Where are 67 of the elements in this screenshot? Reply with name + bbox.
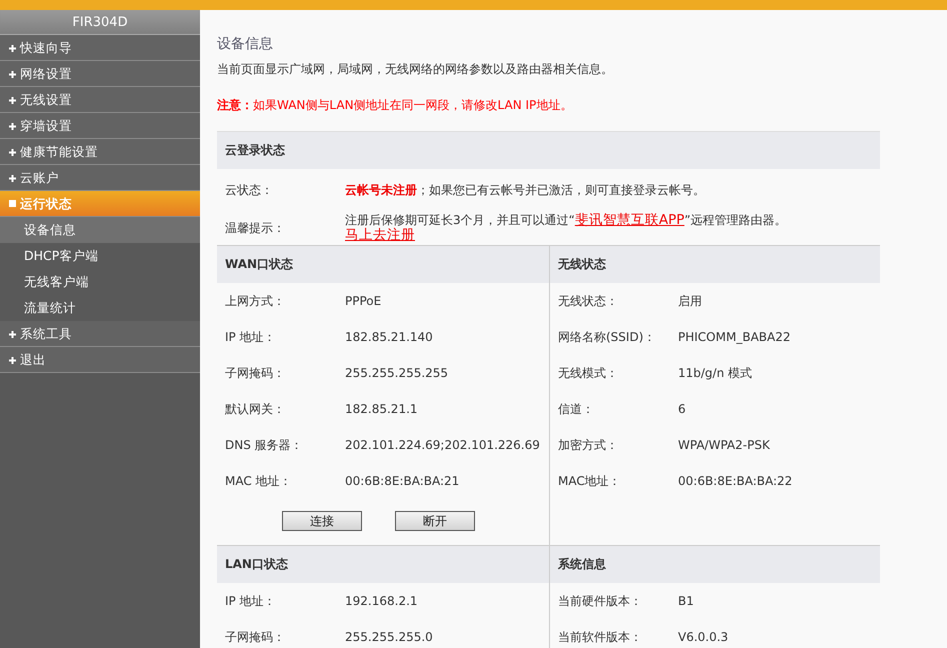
- plus-icon: [9, 97, 16, 104]
- field-label: DNS 服务器：: [225, 437, 304, 454]
- field-label: 云状态：: [225, 182, 274, 199]
- field-label: 无线状态：: [558, 293, 619, 310]
- notice-text: 注意：如果WAN侧与LAN侧地址在同一网段，请修改LAN IP地址。: [217, 97, 574, 114]
- field-value: 注册后保修期可延长3个月，并且可以通过“斐讯智慧互联APP”远程管理路由器。 马上去注册: [345, 213, 787, 242]
- plus-icon: [9, 71, 16, 78]
- field-value: 182.85.21.140: [345, 329, 433, 346]
- plus-icon: [9, 357, 16, 364]
- field-value: V6.0.0.3: [678, 629, 728, 646]
- field-label: IP 地址：: [225, 593, 277, 610]
- field-label: 当前软件版本：: [558, 629, 643, 646]
- field-label: 网络名称(SSID)：: [558, 329, 656, 346]
- field-value: 云帐号未注册；如果您已有云帐号并已激活，则可直接登录云帐号。: [345, 182, 705, 196]
- section-header: 无线状态: [550, 246, 880, 283]
- field-value: B1: [678, 593, 694, 610]
- field-value: 6: [678, 401, 686, 418]
- section-header: 云登录状态: [217, 132, 880, 169]
- field-value: 182.85.21.1: [345, 401, 418, 418]
- section-header: WAN口状态: [217, 246, 549, 283]
- square-icon: [9, 200, 16, 207]
- link[interactable]: 斐讯智慧互联APP: [574, 212, 684, 228]
- plus-icon: [9, 45, 16, 52]
- page-description: 当前页面显示广域网，局域网，无线网络的网络参数以及路由器相关信息。: [217, 61, 614, 78]
- action-button[interactable]: 连接: [282, 511, 362, 531]
- field-label: 上网方式：: [225, 293, 286, 310]
- field-label: MAC地址：: [558, 473, 622, 490]
- field-label: IP 地址：: [225, 329, 277, 346]
- field-label: 子网掩码：: [225, 365, 286, 382]
- sidebar-item[interactable]: 无线设置: [0, 87, 200, 113]
- field-value: 00:6B:8E:BA:BA:21: [345, 473, 460, 490]
- field-value: PPPoE: [345, 293, 382, 310]
- sidebar-subitem[interactable]: 设备信息: [0, 217, 200, 243]
- link[interactable]: 马上去注册: [345, 227, 415, 243]
- plus-icon: [9, 175, 16, 182]
- sidebar-item[interactable]: 云账户: [0, 165, 200, 191]
- sidebar-item[interactable]: 快速向导: [0, 35, 200, 61]
- field-label: 默认网关：: [225, 401, 286, 418]
- sidebar-item[interactable]: 健康节能设置: [0, 139, 200, 165]
- section-header: LAN口状态: [217, 546, 549, 583]
- field-value: 255.255.255.0: [345, 629, 433, 646]
- field-label: 当前硬件版本：: [558, 593, 643, 610]
- action-button[interactable]: 断开: [395, 511, 475, 531]
- model-name: FIR304D: [0, 10, 200, 35]
- field-label: 无线模式：: [558, 365, 619, 382]
- section-header: 系统信息: [550, 546, 880, 583]
- field-value: 192.168.2.1: [345, 593, 418, 610]
- field-label: 子网掩码：: [225, 629, 286, 646]
- sidebar-item[interactable]: 退出: [0, 347, 200, 373]
- field-value: 202.101.224.69;202.101.226.69: [345, 437, 540, 454]
- field-label: MAC 地址：: [225, 473, 293, 490]
- page-title: 设备信息: [217, 35, 274, 54]
- field-value: 11b/g/n 模式: [678, 365, 752, 382]
- sidebar-item[interactable]: 穿墙设置: [0, 113, 200, 139]
- field-label: 加密方式：: [558, 437, 619, 454]
- plus-icon: [9, 123, 16, 130]
- field-value: 00:6B:8E:BA:BA:22: [678, 473, 792, 490]
- plus-icon: [9, 331, 16, 338]
- field-label: 温馨提示：: [225, 220, 286, 237]
- sidebar-item[interactable]: 网络设置: [0, 61, 200, 87]
- field-value: 255.255.255.255: [345, 365, 448, 382]
- sidebar-item[interactable]: 系统工具: [0, 321, 200, 347]
- field-value: 启用: [678, 293, 702, 310]
- plus-icon: [9, 149, 16, 156]
- field-label: 信道：: [558, 401, 595, 418]
- field-value: WPA/WPA2-PSK: [678, 437, 770, 454]
- field-value: PHICOMM_BABA22: [678, 329, 790, 346]
